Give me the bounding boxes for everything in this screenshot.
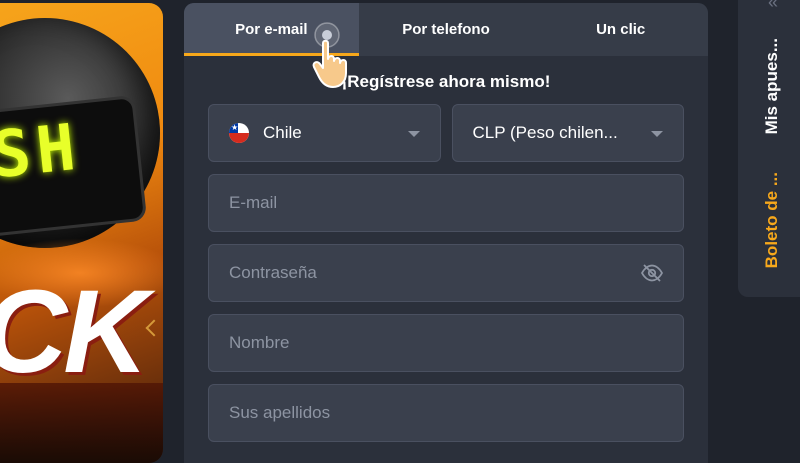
promo-big-lettering: CK bbox=[0, 266, 148, 398]
my-bets-tab[interactable]: Mis apues... bbox=[762, 38, 782, 134]
registration-heading: ¡Regístrese ahora mismo! bbox=[341, 72, 551, 91]
password-placeholder: Contraseña bbox=[229, 263, 317, 282]
chevron-down-icon bbox=[651, 131, 663, 137]
tab-phone-label: Por telefono bbox=[402, 21, 490, 38]
bet-slip-tab[interactable]: Boleto de ... bbox=[762, 172, 782, 268]
currency-value: CLP (Peso chilen... bbox=[472, 123, 618, 142]
chevron-down-icon bbox=[407, 131, 420, 137]
promo-banner[interactable]: SH CK bbox=[0, 3, 163, 463]
name-field[interactable]: Nombre bbox=[208, 314, 684, 372]
promo-led-lettering: SH bbox=[0, 110, 85, 194]
email-field[interactable]: E-mail bbox=[208, 174, 684, 232]
collapse-chevrons-icon[interactable]: « bbox=[768, 0, 778, 13]
surname-field[interactable]: Sus apellidos bbox=[208, 384, 684, 442]
tab-one-click-label: Un clic bbox=[596, 21, 646, 38]
tab-one-click[interactable]: Un clic bbox=[533, 3, 708, 56]
promo-shade bbox=[0, 383, 163, 463]
currency-select[interactable]: CLP (Peso chilen... bbox=[451, 104, 684, 162]
eye-off-icon[interactable] bbox=[641, 264, 663, 282]
hand-pointer-icon bbox=[312, 22, 347, 88]
registration-tabs: Por e-mail Por telefono Un clic bbox=[184, 3, 708, 56]
email-placeholder: E-mail bbox=[229, 193, 278, 212]
tab-phone[interactable]: Por telefono bbox=[359, 3, 534, 56]
chile-flag-icon: ★ bbox=[229, 123, 249, 143]
side-panel: « Mis apues... Boleto de ... bbox=[738, 0, 800, 297]
surname-placeholder: Sus apellidos bbox=[229, 403, 331, 422]
registration-panel: Por e-mail Por telefono Un clic ¡Regístr… bbox=[184, 3, 708, 463]
country-select[interactable]: ★ Chile bbox=[208, 104, 441, 162]
country-value: Chile bbox=[263, 123, 302, 142]
name-placeholder: Nombre bbox=[229, 333, 290, 352]
password-field[interactable]: Contraseña bbox=[208, 244, 684, 302]
tab-email-label: Por e-mail bbox=[235, 21, 308, 38]
